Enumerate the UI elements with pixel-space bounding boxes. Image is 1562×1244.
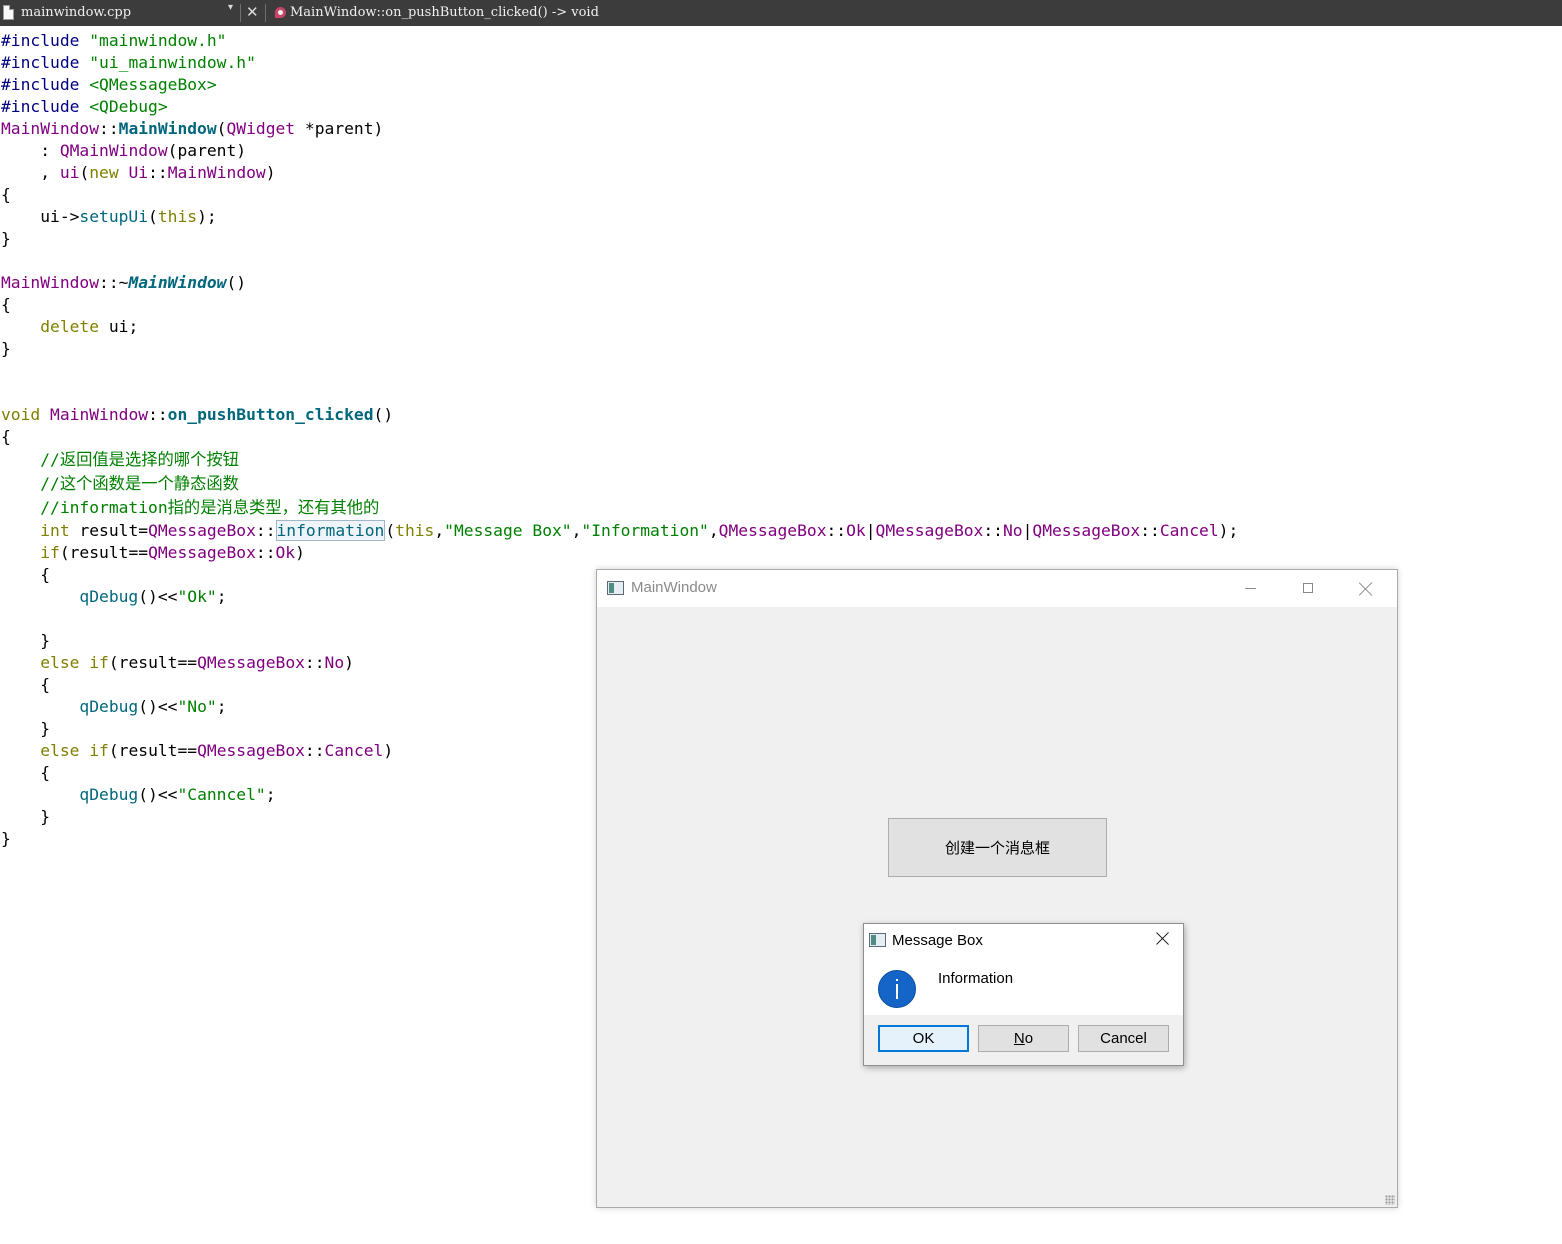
resize-grip-icon[interactable] <box>1385 1195 1395 1205</box>
code-line: , ui(new Ui::MainWindow) <box>1 163 276 182</box>
code-line: void MainWindow::on_pushButton_clicked() <box>1 405 394 424</box>
code-line: } <box>1 339 11 358</box>
code-line: { <box>1 185 11 204</box>
app-window-icon <box>607 581 624 595</box>
code-line: #include <QMessageBox> <box>1 75 217 94</box>
message-box-title: Message Box <box>892 932 983 949</box>
toolbar-divider <box>265 4 266 22</box>
close-document-icon[interactable]: ✕ <box>246 3 259 21</box>
create-message-box-button[interactable]: 创建一个消息框 <box>888 818 1107 877</box>
code-line: int result=QMessageBox::information(this… <box>40 520 1239 541</box>
code-comment: //返回值是选择的哪个按钮 <box>1 450 239 469</box>
message-box-close-button[interactable] <box>1143 924 1183 956</box>
main-window-titlebar[interactable]: MainWindow <box>597 570 1397 607</box>
open-file-name[interactable]: mainwindow.cpp <box>21 5 131 20</box>
app-window-icon <box>869 933 886 947</box>
code-line: : QMainWindow(parent) <box>1 141 247 160</box>
code-line: } <box>1 229 11 248</box>
maximize-icon[interactable] <box>1285 570 1331 607</box>
code-line: delete ui; <box>40 317 139 336</box>
file-dropdown-icon[interactable]: ▾ <box>228 2 233 13</box>
main-window-title: MainWindow <box>631 579 717 596</box>
method-symbol-icon <box>275 7 286 18</box>
close-icon <box>1359 582 1373 596</box>
toolbar-divider <box>240 4 241 22</box>
cancel-button[interactable]: Cancel <box>1078 1025 1169 1052</box>
message-box-dialog: Message Box Information OK No Cancel <box>863 923 1184 1066</box>
dialog-button-bar: OK No Cancel <box>864 1015 1183 1065</box>
code-line: #include "mainwindow.h" <box>1 31 227 50</box>
current-symbol-selector[interactable]: MainWindow::on_pushButton_clicked() -> v… <box>290 5 599 20</box>
code-line: MainWindow::~MainWindow() <box>1 273 247 292</box>
close-window-button[interactable] <box>1343 570 1389 607</box>
code-line: #include "ui_mainwindow.h" <box>1 53 256 72</box>
close-icon <box>1156 932 1170 946</box>
code-comment: //information指的是消息类型，还有其他的 <box>1 498 380 517</box>
cpp-file-icon <box>3 5 14 20</box>
code-line: #include <QDebug> <box>1 97 168 116</box>
code-line: MainWindow::MainWindow(QWidget *parent) <box>1 119 384 138</box>
code-line: if(result==QMessageBox::Ok) <box>40 543 305 562</box>
minimize-icon[interactable] <box>1228 570 1274 607</box>
code-line: { <box>1 295 11 314</box>
code-line: { <box>1 427 11 446</box>
message-box-titlebar[interactable]: Message Box <box>864 924 1183 956</box>
code-line: ui->setupUi(this); <box>1 207 217 226</box>
code-comment: //这个函数是一个静态函数 <box>1 474 239 493</box>
no-button[interactable]: No <box>978 1025 1069 1052</box>
no-button-mnemonic: N <box>1013 1030 1025 1047</box>
main-window: MainWindow 创建一个消息框 <box>596 569 1398 1208</box>
highlighted-symbol: information <box>275 520 386 541</box>
no-button-label: o <box>1024 1030 1034 1047</box>
editor-toolbar: mainwindow.cpp ▾ ✕ MainWindow::on_pushBu… <box>0 0 1562 26</box>
information-icon <box>878 970 916 1008</box>
message-box-text: Information <box>938 970 1014 987</box>
ok-button[interactable]: OK <box>878 1025 969 1052</box>
